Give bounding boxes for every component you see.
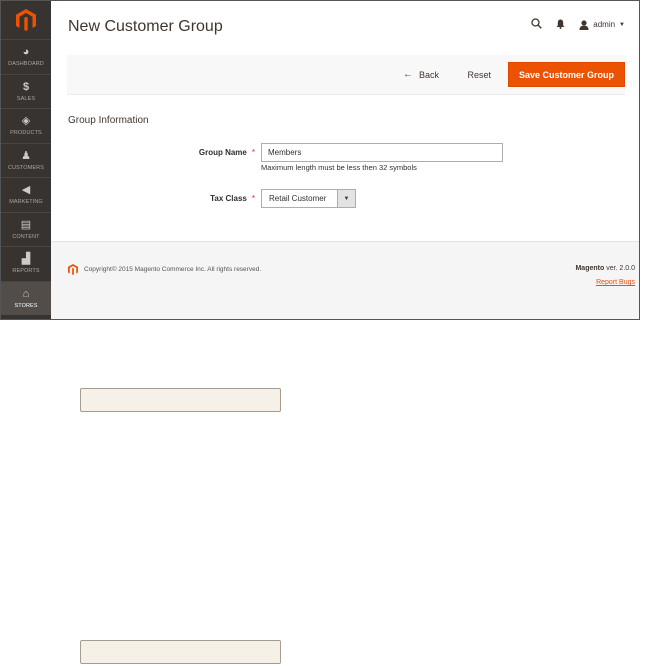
copyright-text: Copyright© 2015 Magento Commerce Inc. Al… xyxy=(84,266,262,273)
back-button[interactable]: ← Back xyxy=(403,62,439,87)
chevron-down-icon: ▼ xyxy=(337,190,355,207)
tax-class-value: Retail Customer xyxy=(269,194,327,203)
admin-sidebar: ◕ DASHBOARD $ SALES ◈ PRODUCTS ♟ CUSTOME… xyxy=(1,1,51,319)
search-icon[interactable] xyxy=(531,18,543,31)
nav-item-reports[interactable]: ▟ REPORTS xyxy=(1,246,51,281)
page-actions-bar: ← Back Reset Save Customer Group xyxy=(67,55,625,95)
dashboard-icon: ◕ xyxy=(22,46,30,59)
chevron-down-icon: ▼ xyxy=(619,21,625,28)
content-icon: ▤ xyxy=(20,218,32,231)
required-marker: * xyxy=(251,148,255,157)
dollar-icon: $ xyxy=(22,80,30,93)
screenshot-frame: ◕ DASHBOARD $ SALES ◈ PRODUCTS ♟ CUSTOME… xyxy=(0,0,640,320)
arrow-left-icon: ← xyxy=(402,69,413,80)
brand-name: Magento xyxy=(575,265,605,272)
page-footer: Copyright© 2015 Magento Commerce Inc. Al… xyxy=(51,241,639,319)
annotation-box xyxy=(80,388,281,412)
footer-copyright: Copyright© 2015 Magento Commerce Inc. Al… xyxy=(68,264,261,275)
tax-class-label: Tax Class * xyxy=(210,194,255,203)
nav-item-sales[interactable]: $ SALES xyxy=(1,73,51,109)
box-icon: ◈ xyxy=(21,115,31,128)
section-title: Group Information xyxy=(68,115,149,126)
page-title: New Customer Group xyxy=(68,18,223,35)
magento-footer-logo-icon xyxy=(68,264,78,275)
magento-logo-icon[interactable] xyxy=(1,1,51,39)
admin-user-menu[interactable]: admin ▼ xyxy=(579,19,625,30)
nav-item-dashboard[interactable]: ◕ DASHBOARD xyxy=(1,39,51,74)
admin-username: admin xyxy=(593,20,616,29)
version-info: Magento ver. 2.0.0 xyxy=(575,265,635,272)
nav-item-products[interactable]: ◈ PRODUCTS xyxy=(1,108,51,143)
back-button-label: Back xyxy=(418,69,439,80)
nav-item-stores[interactable]: ⌂ STORES xyxy=(1,280,51,315)
megaphone-icon: ◀ xyxy=(21,184,31,197)
store-icon: ⌂ xyxy=(22,287,30,300)
top-toolbar: admin ▼ xyxy=(531,18,625,31)
main-content: New Customer Group admin ▼ ← Back Reset … xyxy=(51,1,639,319)
save-customer-group-button[interactable]: Save Customer Group xyxy=(507,62,625,87)
report-bugs-link[interactable]: Report Bugs xyxy=(596,279,635,286)
group-name-label: Group Name * xyxy=(198,148,255,157)
reset-button[interactable]: Reset xyxy=(467,62,491,87)
nav-item-marketing[interactable]: ◀ MARKETING xyxy=(1,177,51,212)
group-name-input[interactable] xyxy=(261,143,503,162)
group-name-note: Maximum length must be less then 32 symb… xyxy=(261,163,417,172)
nav-item-customers[interactable]: ♟ CUSTOMERS xyxy=(1,142,51,178)
nav-item-content[interactable]: ▤ CONTENT xyxy=(1,211,51,247)
person-icon: ♟ xyxy=(21,149,31,162)
annotation-box xyxy=(80,640,281,664)
required-marker: * xyxy=(251,194,255,203)
bar-chart-icon: ▟ xyxy=(21,253,31,266)
version-number: ver. 2.0.0 xyxy=(606,265,635,272)
tax-class-select[interactable]: Retail Customer ▼ xyxy=(261,189,356,208)
user-icon xyxy=(579,19,589,30)
notifications-bell-icon[interactable] xyxy=(556,19,565,31)
